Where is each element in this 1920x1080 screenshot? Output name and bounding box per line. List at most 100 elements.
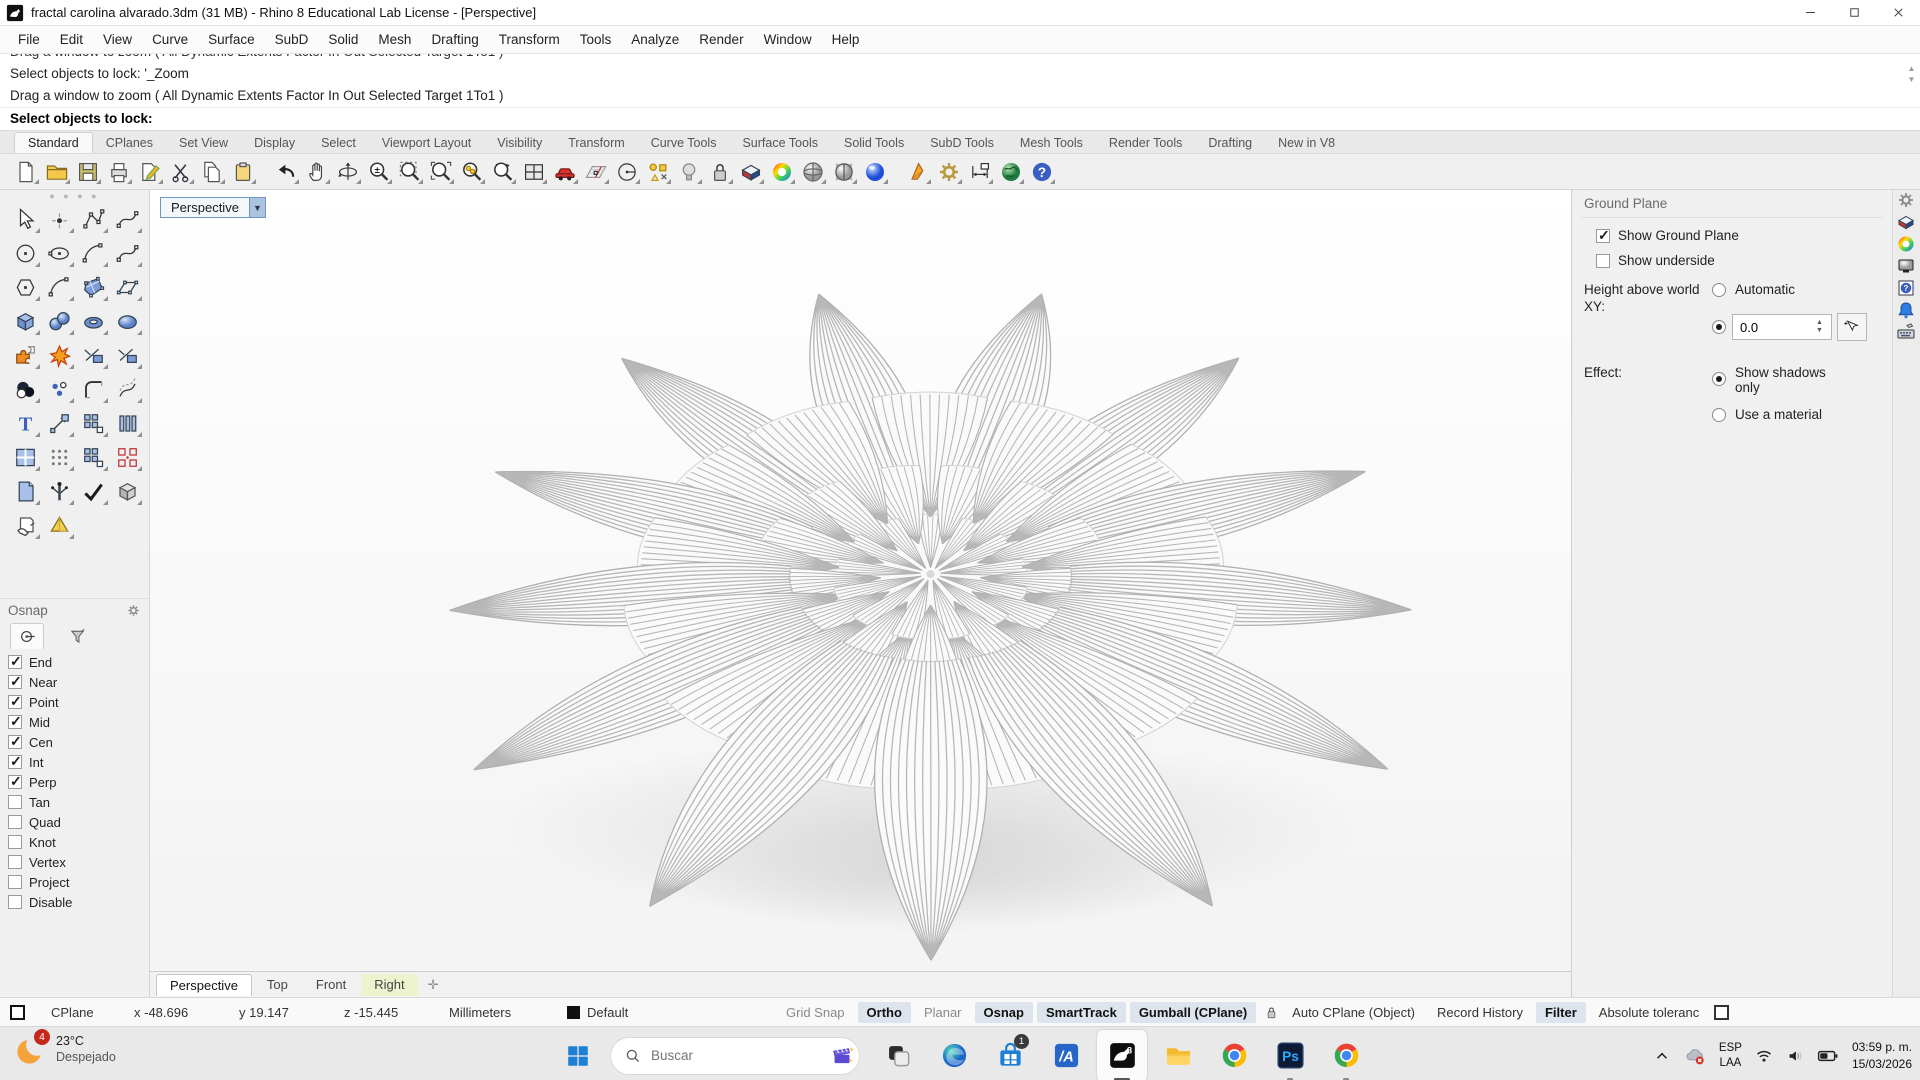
cut-icon[interactable] [167,158,194,185]
toolbar-tab[interactable]: Set View [166,133,241,153]
box-tool[interactable] [8,304,42,338]
osnap-tab[interactable] [10,623,44,649]
clock[interactable]: 03:59 p. m.15/03/2026 [1852,1039,1912,1071]
toolbar-tab[interactable]: CPlanes [93,133,166,153]
osnap-checkbox[interactable] [8,755,22,769]
viewport-label[interactable]: Perspective ▼ [160,197,266,218]
toolbar-tab[interactable]: Transform [555,133,638,153]
ghosted-view-icon[interactable] [830,158,857,185]
close-button[interactable] [1876,0,1920,25]
status-toggle[interactable]: Ortho [858,1002,911,1023]
toolbar-tab[interactable]: Display [241,133,308,153]
command-prompt[interactable]: Select objects to lock: [0,107,1920,130]
photoshop-icon[interactable]: Ps [1265,1030,1315,1080]
circle-tools-icon[interactable] [613,158,640,185]
text-tool[interactable]: T [8,406,42,440]
save-icon[interactable] [74,158,101,185]
menu-item[interactable]: Transform [489,29,570,50]
rhino-8-app-icon[interactable]: 8 [1097,1030,1147,1080]
polar-array-tool[interactable] [76,440,110,474]
block-tool[interactable] [110,440,144,474]
viewport-canvas[interactable]: Perspective ▼ [150,190,1571,971]
print-icon[interactable] [105,158,132,185]
search-box[interactable] [610,1037,860,1075]
help-icon[interactable]: ? [1028,158,1055,185]
maximize-button[interactable] [1832,0,1876,25]
layer-color-swatch[interactable] [10,1005,25,1020]
new-viewport-icon[interactable]: ✛ [428,977,439,993]
cplane-icon[interactable] [582,158,609,185]
wifi-icon[interactable] [1755,1047,1773,1065]
viewport-tab[interactable]: Front [303,974,359,996]
microsoft-store-icon[interactable]: 1 [985,1030,1035,1080]
weather-widget[interactable]: 4 23°CDespejado [14,1033,116,1067]
osnap-checkbox[interactable] [8,815,22,829]
layout-tool[interactable] [8,474,42,508]
undo-view-icon[interactable] [489,158,516,185]
toolbar-tab[interactable]: Mesh Tools [1007,133,1096,153]
polygon-tool[interactable] [8,270,42,304]
chrome-profile-icon[interactable] [1321,1030,1371,1080]
palette-drag-handle[interactable]: ● ● ● ● [0,190,149,202]
cplane-selector[interactable]: CPlane [39,1005,134,1020]
osnap-checkbox[interactable] [8,795,22,809]
notifications-panel-icon[interactable] [1896,300,1918,322]
osnap-gear-icon[interactable] [126,603,141,618]
point-tool[interactable] [42,202,76,236]
package-manager-icon[interactable] [997,158,1024,185]
current-layer[interactable]: Default [567,1005,717,1020]
ellipsoid-tool[interactable] [110,304,144,338]
select-tool[interactable] [8,202,42,236]
toolbar-tab[interactable]: Render Tools [1096,133,1195,153]
new-file-icon[interactable] [12,158,39,185]
osnap-checkbox[interactable] [8,735,22,749]
language-indicator[interactable]: ESPLAA [1719,1041,1742,1071]
toolbar-tab[interactable]: Visibility [484,133,555,153]
overlapping-squares-app-icon[interactable] [873,1030,923,1080]
torus-tool[interactable] [76,304,110,338]
status-toggle[interactable]: Gumball (CPlane) [1130,1002,1256,1023]
layers-panel-icon[interactable] [1896,212,1918,234]
menu-item[interactable]: Window [754,29,822,50]
control-curve-tool[interactable] [110,202,144,236]
toolbar-tab[interactable]: New in V8 [1265,133,1348,153]
osnap-checkbox[interactable] [8,695,22,709]
toolbar-tab[interactable]: Solid Tools [831,133,917,153]
zoom-window-icon[interactable] [396,158,423,185]
show-underside-checkbox[interactable] [1596,254,1610,268]
picker-cone-icon[interactable] [904,158,931,185]
status-toggle[interactable]: Osnap [975,1002,1033,1023]
toolbar-tab[interactable]: Surface Tools [729,133,831,153]
circle-tool[interactable] [8,236,42,270]
help-panel-icon[interactable]: ? [1896,278,1918,300]
menu-item[interactable]: Mesh [368,29,421,50]
edge-browser-icon[interactable] [929,1030,979,1080]
minimize-button[interactable] [1788,0,1832,25]
zoom-extents-icon[interactable] [427,158,454,185]
point-grid-tool[interactable] [42,440,76,474]
menu-item[interactable]: Edit [50,29,93,50]
boolean-union-tool[interactable] [8,338,42,372]
interpolate-curve-tool[interactable] [76,236,110,270]
copy-icon[interactable] [198,158,225,185]
chrome-browser-icon[interactable] [1209,1030,1259,1080]
viewport-layout-icon[interactable] [520,158,547,185]
menu-item[interactable]: Render [689,29,753,50]
conic-tool[interactable] [110,236,144,270]
move-copy-tool[interactable] [42,406,76,440]
offset-tool[interactable] [110,372,144,406]
osnap-checkbox[interactable] [8,895,22,909]
osnap-checkbox[interactable] [8,655,22,669]
lock-objects-icon[interactable] [706,158,733,185]
command-options-line[interactable]: Drag a window to zoom ( All Dynamic Exte… [0,85,1920,107]
menu-item[interactable]: Analyze [621,29,689,50]
osnap-checkbox[interactable] [8,775,22,789]
automatic-radio[interactable] [1712,283,1726,297]
display-panel-icon[interactable] [1896,234,1918,256]
open-file-icon[interactable] [43,158,70,185]
surface-pane-tool[interactable] [8,440,42,474]
undo-icon[interactable] [272,158,299,185]
lights-icon[interactable] [675,158,702,185]
show-ground-plane-checkbox[interactable] [1596,229,1610,243]
plane-tool[interactable] [110,270,144,304]
